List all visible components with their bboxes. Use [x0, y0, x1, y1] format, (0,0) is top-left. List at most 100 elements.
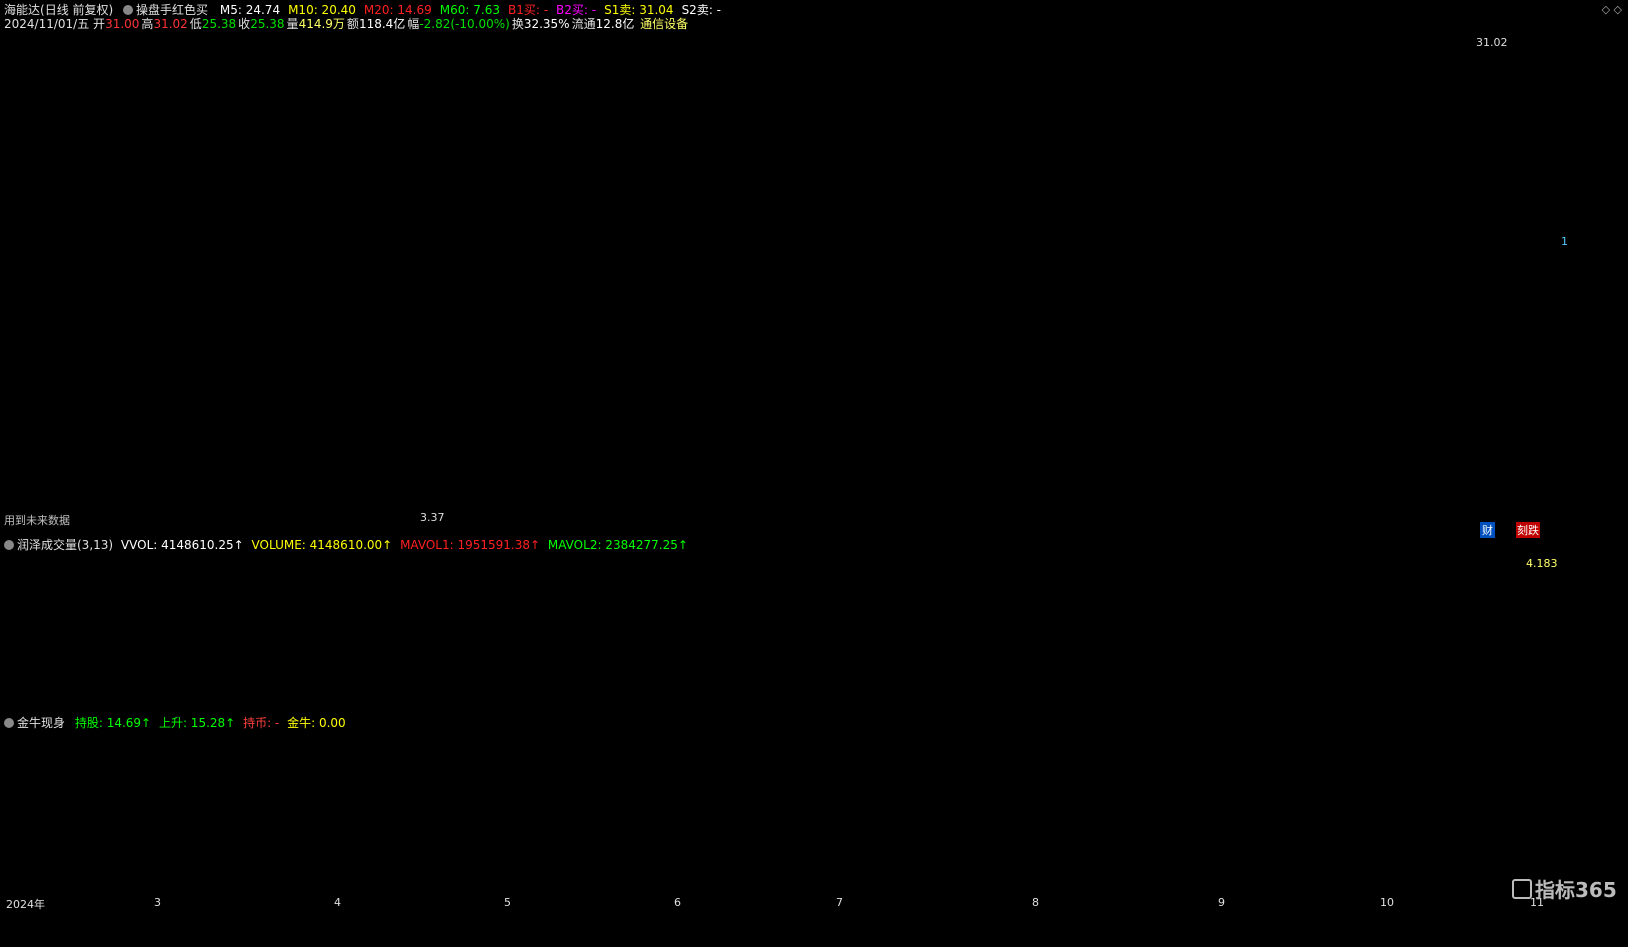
candle-body — [1193, 505, 1200, 508]
candle-body — [784, 507, 791, 510]
bull-mark: × — [127, 863, 134, 872]
stock-name[interactable]: 海能达 — [4, 3, 40, 17]
hold-value: 持股: 14.69↑ — [74, 716, 152, 730]
bull-mark: × — [137, 863, 144, 872]
volume-bar — [482, 704, 489, 713]
volume-bar — [401, 705, 408, 713]
indicator-name[interactable]: 操盘手红色买 — [136, 3, 208, 17]
candle-body — [514, 503, 521, 506]
volume-bar — [36, 702, 43, 713]
candle-body — [99, 488, 106, 492]
indicator2-title[interactable]: 金牛现身 — [17, 716, 65, 730]
candle-body — [747, 507, 754, 510]
candle-body — [49, 497, 56, 502]
signal-dot — [462, 34, 464, 36]
volume-bar — [1199, 698, 1206, 713]
candle-body — [822, 507, 829, 510]
x-axis-tick-label: 9 — [1218, 896, 1225, 909]
volume-bar — [1520, 615, 1527, 713]
volume-settings-icon[interactable] — [4, 540, 14, 550]
candle-body — [652, 503, 659, 507]
bull-mark: × — [948, 863, 955, 872]
candle-body — [306, 505, 313, 509]
adjust-mode[interactable]: (日线 前复权) — [40, 3, 113, 17]
bull-mark: × — [1501, 825, 1508, 834]
candle-body — [766, 505, 772, 508]
signal-dot — [1320, 34, 1322, 36]
volume-title[interactable]: 润泽成交量(3,13) — [17, 538, 113, 552]
signal-dot — [1446, 34, 1448, 36]
candle-body — [42, 500, 49, 504]
volume-bar — [558, 701, 565, 713]
volume-bar — [1042, 701, 1049, 713]
bull-mark: × — [923, 863, 930, 872]
volume-bar — [445, 705, 452, 713]
bull-mark: × — [1447, 845, 1454, 854]
candle-body — [1514, 94, 1521, 138]
restore-icon[interactable]: ◇ — [1602, 3, 1610, 16]
indicator-settings-icon[interactable] — [123, 5, 134, 15]
expand-icon[interactable]: ◇ — [1614, 3, 1622, 16]
volume-bar — [1099, 704, 1106, 713]
volume-bar — [910, 701, 917, 713]
candle-body — [954, 508, 961, 511]
chart-canvas[interactable]: ×××××××××××××××××××××××××××××××××××× ××××… — [0, 0, 1628, 947]
volume-bar — [671, 698, 678, 713]
volume-bar — [470, 701, 477, 713]
candle-body — [772, 505, 779, 508]
badge-finance[interactable]: 财 — [1480, 522, 1495, 538]
quote-key: 低 — [189, 17, 202, 31]
volume-bar — [332, 688, 339, 713]
signal-dot — [684, 34, 686, 36]
bull-mark: × — [252, 863, 259, 872]
indicator2-settings-icon[interactable] — [4, 718, 14, 728]
candle-body — [243, 497, 250, 500]
volume-bar — [1174, 701, 1181, 713]
volume-bar — [835, 704, 842, 713]
sector-link[interactable]: 通信设备 — [640, 17, 688, 31]
volume-bar — [690, 701, 697, 713]
bull-mark: × — [918, 863, 925, 872]
volume-bar — [872, 702, 879, 713]
volume-bar — [86, 704, 93, 713]
volume-bar — [571, 704, 578, 713]
window-controls: ◇ ◇ — [1602, 3, 1622, 16]
signal-dot — [1386, 34, 1388, 36]
signal-dot — [1038, 34, 1040, 36]
candle-body — [677, 505, 684, 508]
bull-mark: × — [297, 863, 304, 872]
bull-mark: × — [603, 863, 610, 872]
candle-body — [181, 490, 188, 493]
quote-value: 12.8亿 — [595, 17, 635, 31]
candle-body — [1206, 505, 1213, 508]
volume-bar — [193, 699, 200, 713]
candle-body — [615, 505, 622, 508]
volume-bar — [1124, 700, 1131, 713]
volume-bar — [954, 701, 961, 713]
candle-body — [250, 498, 257, 502]
signal-dot — [1068, 34, 1070, 36]
volume-bar — [545, 699, 552, 713]
bull-mark: × — [1025, 863, 1032, 872]
candle-body — [55, 495, 62, 499]
bull-mark: × — [207, 863, 214, 872]
candle-body — [1495, 211, 1502, 246]
candle-body — [1099, 503, 1106, 507]
volume-bar — [1275, 704, 1282, 713]
ma-legend-item: M60: 7.63 — [439, 3, 500, 17]
signal-dot — [954, 34, 956, 36]
candle-body — [199, 491, 206, 495]
volume-value: VOLUME: 4148610.00↑ — [251, 538, 393, 552]
candle-body — [1124, 505, 1131, 508]
bull-mark: × — [523, 863, 530, 872]
bull-mark: × — [503, 863, 510, 872]
candle-body — [847, 508, 854, 511]
candle-body — [1093, 503, 1100, 506]
candle-body — [583, 505, 590, 508]
candle-body — [1269, 505, 1276, 508]
badge-limit[interactable]: 刻跌 — [1516, 522, 1540, 538]
bull-mark: × — [182, 863, 189, 872]
bull-mark: × — [953, 863, 960, 872]
candle-body — [734, 507, 741, 510]
candle-body — [640, 503, 647, 507]
